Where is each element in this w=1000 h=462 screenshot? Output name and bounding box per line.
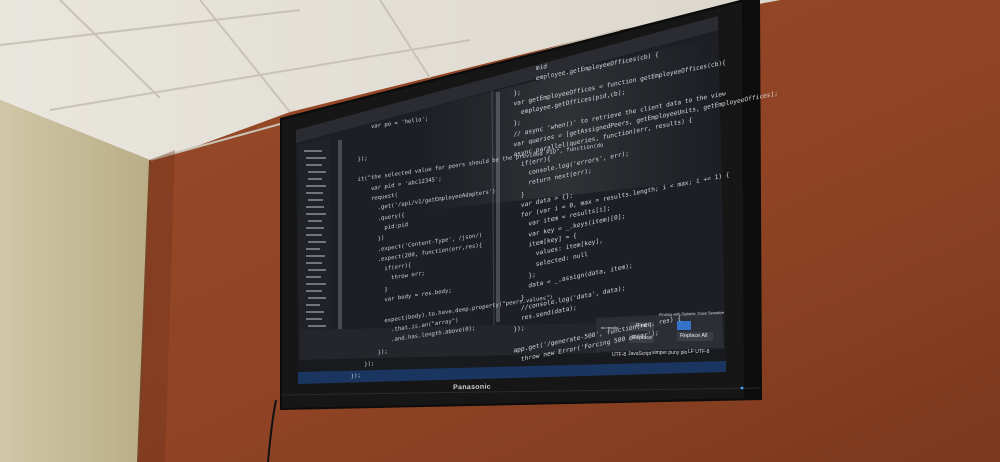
replace-all-button[interactable]: Replace All: [680, 333, 708, 339]
tv-brand-logo: Panasonic: [453, 383, 491, 392]
left-wall: [0, 100, 150, 462]
status-language[interactable]: JavaScript: [628, 351, 651, 357]
status-encoding[interactable]: UTF-8: [612, 352, 626, 358]
editor-right-pane: mid employee.getEmployeeOffices(cb) { };…: [506, 21, 778, 368]
status-branch[interactable]: simper puny plo: [652, 350, 687, 356]
photo-scene: var po = 'hello'; }); it("the selected v…: [0, 0, 1000, 462]
find-results-text: no results: [601, 325, 619, 330]
find-button[interactable]: Find: [636, 323, 647, 329]
replace-button[interactable]: Replace: [632, 335, 652, 341]
status-line-ending[interactable]: LF UTF-8: [688, 349, 709, 355]
